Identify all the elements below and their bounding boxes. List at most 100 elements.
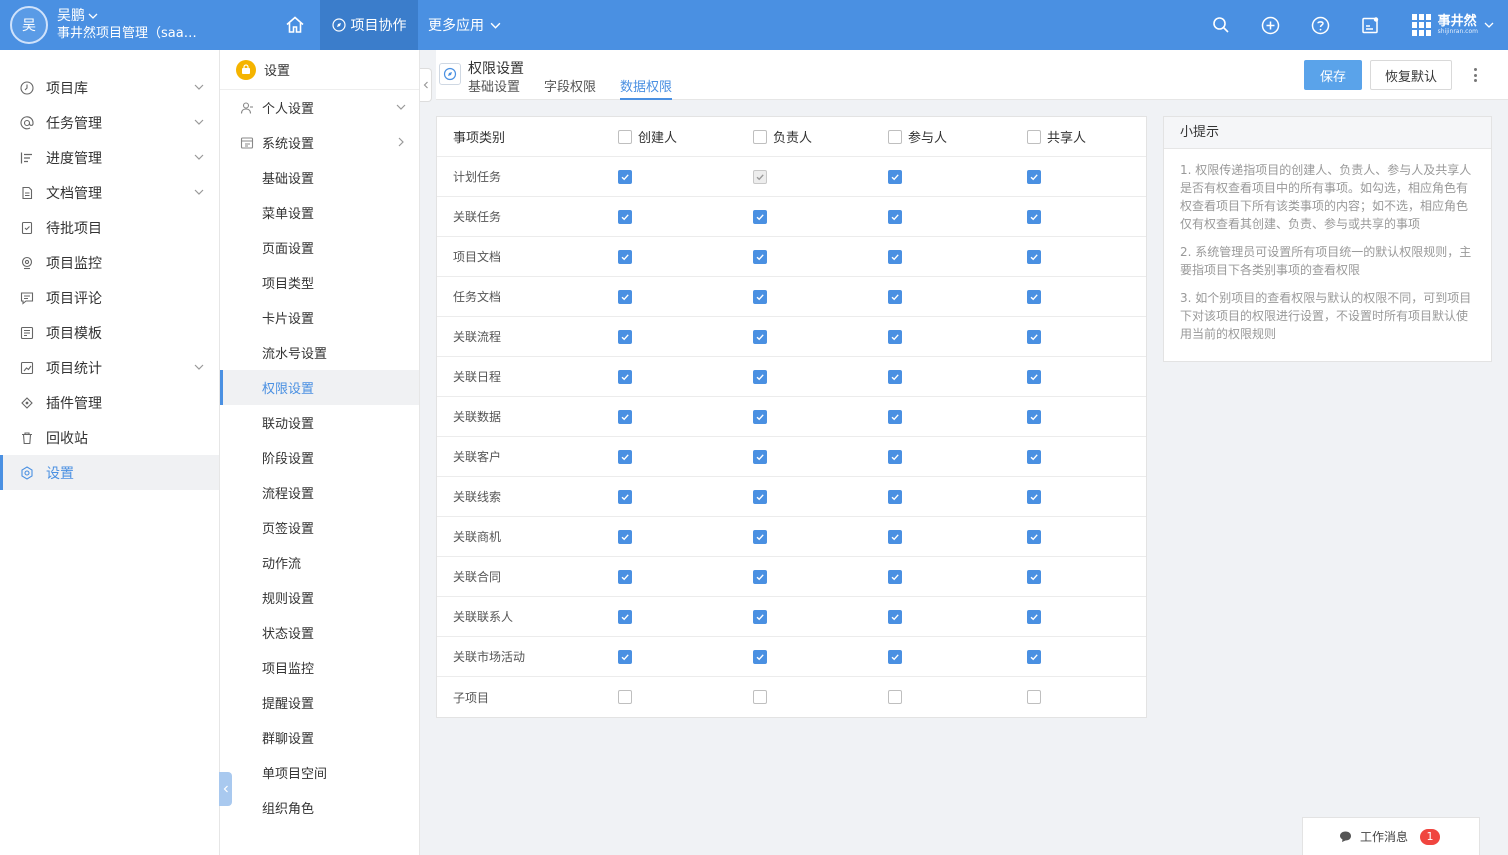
- checkbox-checked[interactable]: [1027, 489, 1041, 504]
- checkbox-checked[interactable]: [753, 569, 767, 584]
- sidebar-item[interactable]: 设置: [0, 455, 219, 490]
- checkbox-checked[interactable]: [753, 489, 767, 504]
- subnav-collapse-handle[interactable]: [420, 68, 432, 102]
- checkbox-checked[interactable]: [1027, 649, 1041, 664]
- checkbox-unchecked[interactable]: [618, 129, 632, 144]
- settings-nav-item[interactable]: 单项目空间: [220, 755, 419, 790]
- checkbox-checked[interactable]: [1027, 249, 1041, 264]
- checkbox-checked[interactable]: [753, 369, 767, 384]
- reset-default-button[interactable]: 恢复默认: [1370, 60, 1452, 90]
- settings-nav-item[interactable]: 页签设置: [220, 510, 419, 545]
- checkbox-checked[interactable]: [888, 489, 902, 504]
- chevron-down-icon[interactable]: [193, 186, 205, 202]
- settings-nav-item[interactable]: 状态设置: [220, 615, 419, 650]
- settings-nav-item[interactable]: 群聊设置: [220, 720, 419, 755]
- chevron-down-icon[interactable]: [193, 151, 205, 167]
- checkbox-unchecked[interactable]: [888, 129, 902, 144]
- add-button[interactable]: [1246, 0, 1296, 50]
- settings-group[interactable]: 个人设置: [220, 90, 419, 125]
- sidebar-item[interactable]: 回收站: [0, 420, 219, 455]
- checkbox-checked[interactable]: [1027, 609, 1041, 624]
- checkbox-checked[interactable]: [888, 209, 902, 224]
- checkbox-checked[interactable]: [888, 649, 902, 664]
- sidebar-item[interactable]: 插件管理: [0, 385, 219, 420]
- checkbox-checked[interactable]: [753, 289, 767, 304]
- settings-nav-item[interactable]: 项目监控: [220, 650, 419, 685]
- chevron-down-icon[interactable]: [193, 116, 205, 132]
- checkbox-unchecked[interactable]: [753, 690, 767, 704]
- checkbox-checked[interactable]: [618, 329, 632, 344]
- tab-project-collab[interactable]: 项目协作: [320, 0, 418, 50]
- checkbox-checked[interactable]: [753, 649, 767, 664]
- checkbox-checked[interactable]: [618, 409, 632, 424]
- settings-nav-item[interactable]: 提醒设置: [220, 685, 419, 720]
- chevron-down-icon[interactable]: [88, 11, 98, 21]
- checkbox-checked[interactable]: [1027, 209, 1041, 224]
- checkbox-checked[interactable]: [888, 169, 902, 184]
- settings-nav-item[interactable]: 菜单设置: [220, 195, 419, 230]
- checkbox-unchecked[interactable]: [618, 690, 632, 704]
- content-tab[interactable]: 数据权限: [620, 80, 673, 100]
- save-button[interactable]: 保存: [1304, 60, 1362, 90]
- settings-nav-item[interactable]: 权限设置: [220, 370, 419, 405]
- checkbox-checked[interactable]: [888, 449, 902, 464]
- settings-nav-item[interactable]: 流程设置: [220, 475, 419, 510]
- checkbox-checked[interactable]: [888, 529, 902, 544]
- more-options-button[interactable]: [1466, 65, 1484, 85]
- settings-nav-item[interactable]: 页面设置: [220, 230, 419, 265]
- checkbox-checked[interactable]: [888, 609, 902, 624]
- content-tab[interactable]: 字段权限: [544, 80, 596, 100]
- checkbox-unchecked[interactable]: [888, 690, 902, 704]
- sidebar-item[interactable]: 项目统计: [0, 350, 219, 385]
- notice-button[interactable]: [1346, 0, 1396, 50]
- checkbox-checked[interactable]: [888, 409, 902, 424]
- checkbox-checked[interactable]: [1027, 449, 1041, 464]
- settings-nav-item[interactable]: 阶段设置: [220, 440, 419, 475]
- sidebar-item[interactable]: 项目库: [0, 70, 219, 105]
- tab-more-apps[interactable]: 更多应用: [418, 0, 511, 50]
- checkbox-checked[interactable]: [888, 569, 902, 584]
- settings-nav-item[interactable]: 卡片设置: [220, 300, 419, 335]
- help-button[interactable]: [1296, 0, 1346, 50]
- checkbox-checked[interactable]: [1027, 569, 1041, 584]
- checkbox-checked[interactable]: [1027, 289, 1041, 304]
- checkbox-checked[interactable]: [1027, 329, 1041, 344]
- settings-nav-item[interactable]: 组织角色: [220, 790, 419, 825]
- chevron-right-icon[interactable]: [395, 136, 407, 152]
- chevron-down-icon[interactable]: [193, 361, 205, 377]
- chevron-down-icon[interactable]: [395, 101, 407, 117]
- settings-nav-item[interactable]: 联动设置: [220, 405, 419, 440]
- checkbox-checked[interactable]: [618, 369, 632, 384]
- settings-nav-item[interactable]: 动作流: [220, 545, 419, 580]
- checkbox-checked[interactable]: [1027, 369, 1041, 384]
- sidebar-item[interactable]: 项目模板: [0, 315, 219, 350]
- checkbox-checked[interactable]: [888, 329, 902, 344]
- sidebar-item[interactable]: 项目监控: [0, 245, 219, 280]
- settings-nav-item[interactable]: 基础设置: [220, 160, 419, 195]
- sidebar-item[interactable]: 任务管理: [0, 105, 219, 140]
- checkbox-checked[interactable]: [618, 249, 632, 264]
- sidebar-collapse-handle[interactable]: [219, 772, 232, 806]
- checkbox-checked[interactable]: [888, 289, 902, 304]
- checkbox-checked[interactable]: [753, 249, 767, 264]
- checkbox-checked[interactable]: [1027, 529, 1041, 544]
- checkbox-checked[interactable]: [753, 609, 767, 624]
- checkbox-checked[interactable]: [618, 449, 632, 464]
- sidebar-item[interactable]: 进度管理: [0, 140, 219, 175]
- work-message-button[interactable]: 工作消息 1: [1302, 817, 1480, 855]
- sidebar-item[interactable]: 待批项目: [0, 210, 219, 245]
- checkbox-unchecked[interactable]: [753, 129, 767, 144]
- checkbox-checked[interactable]: [888, 249, 902, 264]
- checkbox-checked[interactable]: [753, 209, 767, 224]
- avatar[interactable]: 吴: [10, 6, 48, 44]
- checkbox-checked[interactable]: [753, 329, 767, 344]
- brand-logo[interactable]: 事井然 shijinran.com: [1411, 14, 1494, 36]
- home-button[interactable]: [270, 0, 320, 50]
- checkbox-checked[interactable]: [618, 649, 632, 664]
- checkbox-checked[interactable]: [888, 369, 902, 384]
- checkbox-checked[interactable]: [753, 409, 767, 424]
- checkbox-checked[interactable]: [618, 609, 632, 624]
- user-name[interactable]: 吴鹏: [57, 7, 85, 25]
- content-tab[interactable]: 基础设置: [468, 80, 520, 100]
- checkbox-checked[interactable]: [618, 289, 632, 304]
